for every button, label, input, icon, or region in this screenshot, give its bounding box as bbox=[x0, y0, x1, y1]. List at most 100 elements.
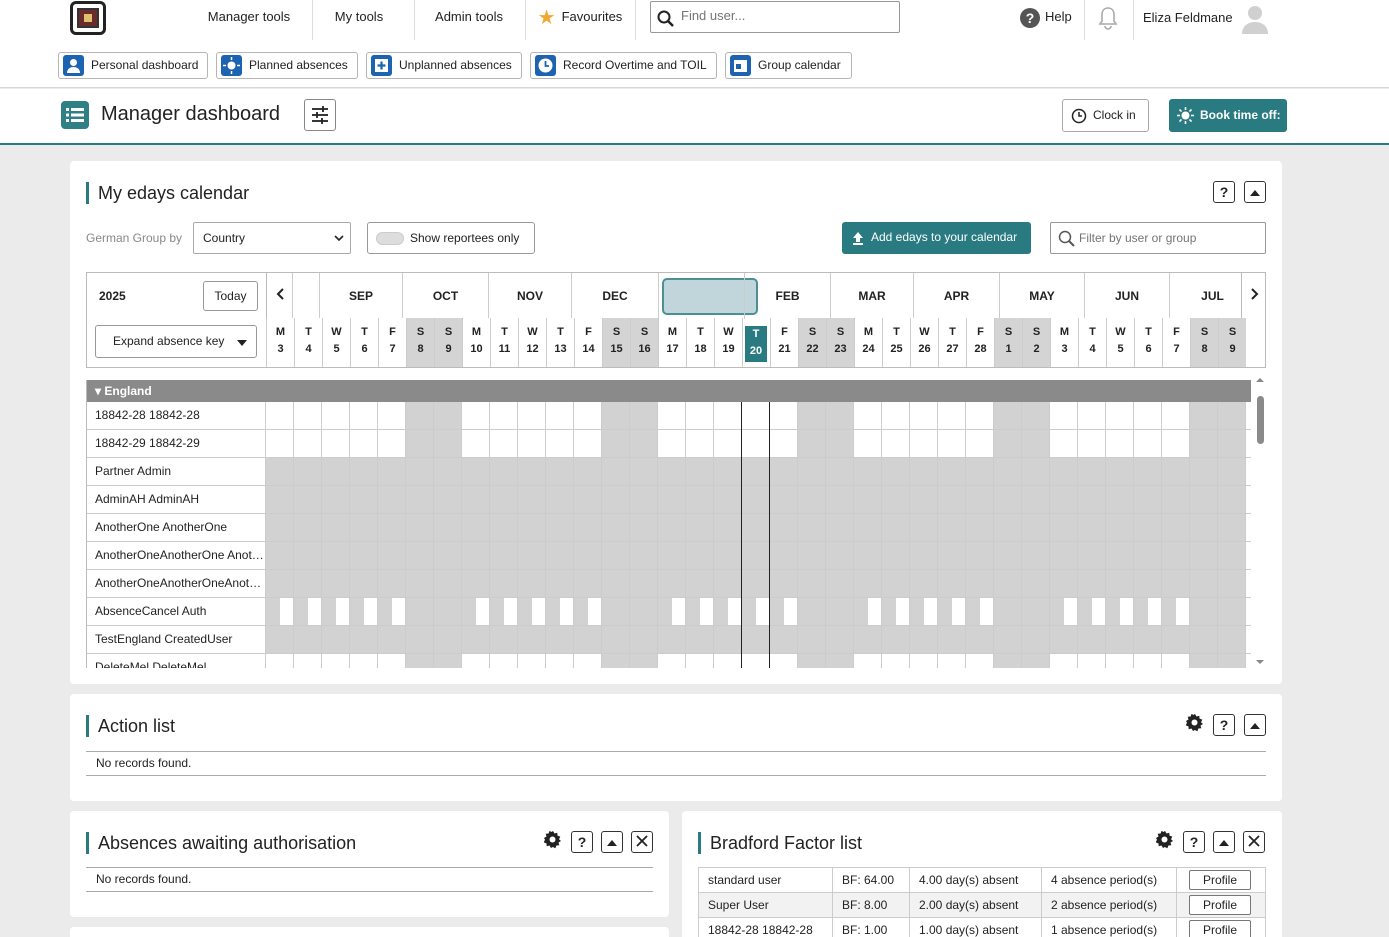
user-name-cell[interactable]: Partner Admin bbox=[87, 458, 266, 486]
day-slot[interactable] bbox=[294, 402, 322, 429]
collapse-button[interactable] bbox=[601, 831, 623, 853]
day-slot[interactable] bbox=[714, 514, 742, 541]
day-slot[interactable] bbox=[742, 430, 770, 457]
menu-icon[interactable] bbox=[61, 101, 89, 129]
day-slot[interactable] bbox=[434, 626, 462, 653]
day-slot[interactable] bbox=[574, 570, 602, 597]
day-slot[interactable] bbox=[1078, 598, 1106, 625]
day-slot[interactable] bbox=[1078, 570, 1106, 597]
day-slot[interactable] bbox=[490, 570, 518, 597]
day-slot[interactable] bbox=[798, 402, 826, 429]
day-slot[interactable] bbox=[1162, 570, 1190, 597]
day-slot[interactable] bbox=[770, 542, 798, 569]
day-slot[interactable] bbox=[1050, 430, 1078, 457]
close-button[interactable] bbox=[1243, 831, 1265, 853]
day-slot[interactable] bbox=[322, 514, 350, 541]
day-slot[interactable] bbox=[686, 430, 714, 457]
day-slot[interactable] bbox=[1134, 542, 1162, 569]
day-slot[interactable] bbox=[350, 598, 378, 625]
day-slot[interactable] bbox=[490, 458, 518, 485]
day-slot[interactable] bbox=[1050, 514, 1078, 541]
day-slot[interactable] bbox=[434, 542, 462, 569]
day-slot[interactable] bbox=[798, 598, 826, 625]
day-slot[interactable] bbox=[938, 542, 966, 569]
day-slot[interactable] bbox=[1218, 626, 1246, 653]
day-slot[interactable] bbox=[1022, 402, 1050, 429]
day-slot[interactable] bbox=[490, 514, 518, 541]
collapse-button[interactable] bbox=[1244, 714, 1266, 736]
day-slot[interactable] bbox=[462, 626, 490, 653]
day-slot[interactable] bbox=[938, 570, 966, 597]
day-slot[interactable] bbox=[574, 598, 602, 625]
day-slot[interactable] bbox=[350, 458, 378, 485]
day-slot[interactable] bbox=[994, 402, 1022, 429]
day-slot[interactable] bbox=[1022, 458, 1050, 485]
day-slot[interactable] bbox=[742, 654, 770, 668]
day-slot[interactable] bbox=[826, 514, 854, 541]
day-slot[interactable] bbox=[518, 626, 546, 653]
day-slot[interactable] bbox=[434, 654, 462, 668]
day-slot[interactable] bbox=[1162, 654, 1190, 668]
day-slot[interactable] bbox=[546, 570, 574, 597]
filter-input[interactable] bbox=[1079, 231, 1259, 245]
day-slot[interactable] bbox=[1134, 402, 1162, 429]
table-row[interactable]: AnotherOneAnotherOneAnotherOne bbox=[87, 570, 1251, 598]
day-slot[interactable] bbox=[686, 570, 714, 597]
day-slot[interactable] bbox=[1078, 402, 1106, 429]
quick-link-planned-absences[interactable]: Planned absences bbox=[216, 52, 358, 79]
day-slot[interactable] bbox=[658, 514, 686, 541]
day-slot[interactable] bbox=[686, 654, 714, 668]
day-slot[interactable] bbox=[434, 486, 462, 513]
day-slot[interactable] bbox=[854, 402, 882, 429]
day-slot[interactable] bbox=[826, 598, 854, 625]
day-slot[interactable] bbox=[602, 486, 630, 513]
day-slot[interactable] bbox=[658, 598, 686, 625]
day-slot[interactable] bbox=[378, 626, 406, 653]
day-slot[interactable] bbox=[742, 458, 770, 485]
add-edays-button[interactable]: Add edays to your calendar bbox=[842, 222, 1031, 254]
bell-icon[interactable] bbox=[1096, 5, 1120, 31]
day-slot[interactable] bbox=[378, 598, 406, 625]
day-slot[interactable] bbox=[266, 458, 294, 485]
day-slot[interactable] bbox=[854, 458, 882, 485]
group-header[interactable]: ▾ England bbox=[87, 380, 1251, 402]
day-slot[interactable] bbox=[742, 486, 770, 513]
day-slot[interactable] bbox=[518, 598, 546, 625]
day-slot[interactable] bbox=[1218, 430, 1246, 457]
day-slot[interactable] bbox=[294, 458, 322, 485]
day-slot[interactable] bbox=[322, 654, 350, 668]
day-slot[interactable] bbox=[1190, 570, 1218, 597]
day-slot[interactable] bbox=[294, 542, 322, 569]
quick-link-unplanned-absences[interactable]: Unplanned absences bbox=[366, 52, 522, 79]
day-slot[interactable] bbox=[546, 430, 574, 457]
day-slot[interactable] bbox=[490, 598, 518, 625]
day-slot[interactable] bbox=[518, 654, 546, 668]
month-nov[interactable]: NOV bbox=[488, 273, 571, 319]
day-slot[interactable] bbox=[938, 430, 966, 457]
day-slot[interactable] bbox=[462, 654, 490, 668]
day-slot[interactable] bbox=[966, 458, 994, 485]
clock-in-button[interactable]: Clock in bbox=[1062, 99, 1149, 132]
day-slot[interactable] bbox=[630, 402, 658, 429]
day-slot[interactable] bbox=[490, 486, 518, 513]
day-slot[interactable] bbox=[462, 570, 490, 597]
day-slot[interactable] bbox=[910, 458, 938, 485]
day-slot[interactable] bbox=[490, 654, 518, 668]
day-slot[interactable] bbox=[938, 626, 966, 653]
day-slot[interactable] bbox=[798, 514, 826, 541]
day-slot[interactable] bbox=[490, 430, 518, 457]
next-month-button[interactable] bbox=[1241, 273, 1266, 319]
day-slot[interactable] bbox=[1134, 430, 1162, 457]
day-slot[interactable] bbox=[966, 598, 994, 625]
logo[interactable] bbox=[70, 1, 106, 35]
user-name-cell[interactable]: AnotherOneAnotherOne AnotherOneAnotherOn… bbox=[87, 542, 266, 570]
day-slot[interactable] bbox=[882, 430, 910, 457]
vertical-scrollbar[interactable] bbox=[1254, 376, 1266, 668]
scroll-thumb[interactable] bbox=[1257, 396, 1264, 444]
day-slot[interactable] bbox=[770, 598, 798, 625]
day-slot[interactable] bbox=[1106, 458, 1134, 485]
day-slot[interactable] bbox=[910, 626, 938, 653]
day-slot[interactable] bbox=[518, 514, 546, 541]
day-slot[interactable] bbox=[1162, 542, 1190, 569]
day-slot[interactable] bbox=[350, 626, 378, 653]
